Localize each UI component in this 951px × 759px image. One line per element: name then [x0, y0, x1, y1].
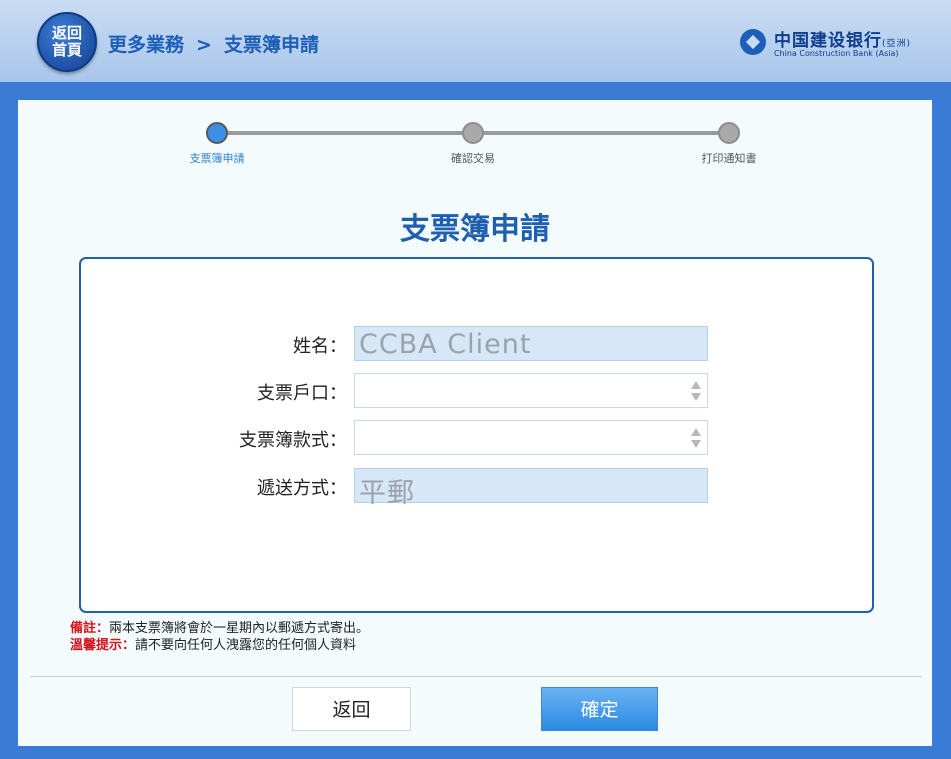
tip-label: 溫馨提示： — [70, 638, 136, 653]
confirm-button[interactable]: 確定 — [541, 687, 658, 731]
step-label-confirm: 確認交易 — [451, 152, 495, 165]
back-button[interactable]: 返回 — [292, 687, 411, 731]
delivery-value: 平郵 — [359, 478, 415, 509]
step-connector — [218, 131, 472, 135]
chequebook-style-select[interactable] — [354, 420, 708, 455]
breadcrumb: 更多業務 > 支票簿申請 — [108, 30, 319, 57]
step-dot — [462, 122, 484, 144]
bank-logo-icon — [739, 29, 766, 55]
up-down-arrows-icon[interactable] — [691, 381, 701, 403]
step-connector — [472, 131, 728, 135]
step-label-apply: 支票簿申請 — [189, 152, 245, 165]
tip-text: 請不要向任何人洩露您的任何個人資料 — [135, 638, 357, 653]
home-button[interactable]: 返回 首頁 — [37, 12, 97, 72]
remark-text: 兩本支票簿將會於一星期內以郵遞方式寄出。 — [109, 621, 370, 636]
name-value: CCBA Client — [359, 329, 532, 360]
delivery-label: 遞送方式： — [257, 478, 347, 499]
step-dot — [718, 122, 740, 144]
account-label: 支票戶口： — [257, 383, 347, 404]
form-row-account: 支票戶口： — [81, 373, 872, 410]
progress-steps: 支票簿申請 確認交易 打印通知書 — [18, 100, 932, 180]
logo-text-cn: 中国建设银行 — [773, 31, 882, 51]
logo-text-suffix: (亞洲) — [881, 39, 911, 49]
chevron-right-icon: > — [196, 34, 212, 56]
name-label: 姓名： — [293, 336, 347, 357]
home-button-line2: 首頁 — [51, 41, 82, 59]
tip-line: 溫馨提示：請不要向任何人洩露您的任何個人資料 — [70, 637, 369, 654]
form-row-name: 姓名： CCBA Client — [81, 326, 872, 363]
logo-text-en: China Construction Bank (Asia) — [773, 49, 899, 58]
step-dot-active — [206, 122, 228, 144]
top-bar: 返回 首頁 更多業務 > 支票簿申請 中国建设银行(亞洲) China Constr… — [0, 0, 951, 82]
up-down-arrows-icon[interactable] — [691, 428, 701, 450]
step-label-print: 打印通知書 — [701, 152, 757, 165]
application-form: 姓名： CCBA Client 支票戶口： 支票簿款式： 遞送方式： 平郵 — [79, 257, 874, 613]
form-row-delivery: 遞送方式： 平郵 — [81, 468, 872, 509]
style-label: 支票簿款式： — [239, 430, 347, 451]
account-select[interactable] — [354, 373, 708, 408]
remark-label: 備註： — [70, 621, 110, 636]
breadcrumb-parent[interactable]: 更多業務 — [108, 34, 184, 56]
name-field: CCBA Client — [354, 326, 708, 361]
home-button-line1: 返回 — [51, 24, 82, 42]
delivery-field: 平郵 — [354, 468, 708, 509]
remark-line: 備註：兩本支票簿將會於一星期內以郵遞方式寄出。 — [70, 620, 369, 637]
breadcrumb-current: 支票簿申請 — [223, 34, 319, 56]
bank-logo: 中国建设银行(亞洲) China Construction Bank (Asia… — [739, 24, 911, 60]
divider — [30, 676, 922, 677]
main-panel: 支票簿申請 確認交易 打印通知書 支票簿申請 姓名： CCBA Client 支… — [18, 100, 932, 746]
form-row-style: 支票簿款式： — [81, 420, 872, 457]
notes: 備註：兩本支票簿將會於一星期內以郵遞方式寄出。 溫馨提示：請不要向任何人洩露您的… — [70, 620, 369, 654]
page-title: 支票簿申請 — [400, 212, 550, 247]
